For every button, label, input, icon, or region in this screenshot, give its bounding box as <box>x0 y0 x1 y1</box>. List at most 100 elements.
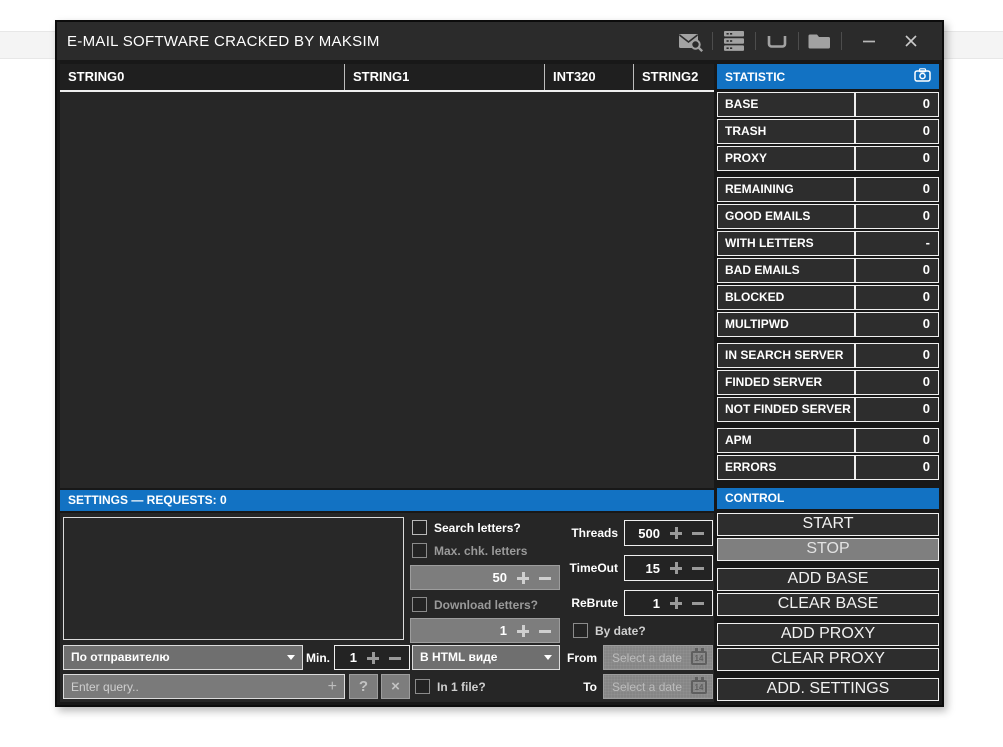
stat-value: 0 <box>856 178 938 201</box>
stat-value: 0 <box>856 371 938 394</box>
threads-increment-button[interactable] <box>670 527 682 539</box>
threads-decrement-button[interactable] <box>692 527 704 539</box>
search-mode-dropdown[interactable]: По отправителю <box>63 645 303 670</box>
add-base-button[interactable]: ADD BASE <box>717 568 939 591</box>
min-decrement-button[interactable] <box>389 652 401 664</box>
stat-label: REMAINING <box>718 178 856 201</box>
max-letters-increment-button[interactable] <box>517 572 529 584</box>
download-letters-checkbox[interactable] <box>412 597 427 612</box>
stat-value: 0 <box>856 120 938 143</box>
add-proxy-button[interactable]: ADD PROXY <box>717 623 939 646</box>
stat-label: APM <box>718 429 856 452</box>
separator <box>712 32 713 50</box>
close-button[interactable] <box>896 28 926 54</box>
clear-proxy-button[interactable]: CLEAR PROXY <box>717 648 939 671</box>
start-button[interactable]: START <box>717 513 939 536</box>
stat-row: BASE0 <box>717 92 939 117</box>
search-mode-value: По отправителю <box>71 650 170 664</box>
column-header-string1[interactable]: STRING1 <box>345 64 545 90</box>
in-1-file-label: In 1 file? <box>437 680 486 694</box>
download-count-decrement-button[interactable] <box>539 625 551 637</box>
stat-label: GOOD EMAILS <box>718 205 856 228</box>
search-letters-row: Search letters? <box>412 520 521 535</box>
min-increment-button[interactable] <box>367 652 379 664</box>
stat-row: NOT FINDED SERVER0 <box>717 397 939 422</box>
to-date-picker[interactable]: Select a date 14 <box>603 674 713 699</box>
rebrute-stepper: 1 <box>624 590 713 616</box>
chevron-down-icon <box>287 655 295 660</box>
stat-row: APM0 <box>717 428 939 453</box>
max-chk-letters-row: Max. chk. letters <box>412 543 527 558</box>
in-1-file-row: In 1 file? <box>415 679 486 694</box>
column-header-string0[interactable]: STRING0 <box>60 64 345 90</box>
stat-label: WITH LETTERS <box>718 232 856 255</box>
threads-value: 500 <box>638 526 660 541</box>
minimize-button[interactable] <box>854 28 884 54</box>
rebrute-value: 1 <box>653 596 660 611</box>
add-query-icon[interactable]: + <box>328 678 344 696</box>
timeout-stepper: 15 <box>624 555 713 581</box>
settings-panel: Search letters? Max. chk. letters 50 Dow… <box>60 513 714 702</box>
stat-value: 0 <box>856 398 938 421</box>
mail-search-icon[interactable] <box>676 28 706 54</box>
stat-label: FINDED SERVER <box>718 371 856 394</box>
download-count-value: 1 <box>500 623 507 638</box>
column-header-int320[interactable]: INT320 <box>545 64 634 90</box>
max-chk-letters-checkbox[interactable] <box>412 543 427 558</box>
stat-group-perf: APM0 ERRORS0 <box>717 428 939 480</box>
search-letters-checkbox[interactable] <box>412 520 427 535</box>
min-stepper: 1 <box>334 645 410 670</box>
threads-label: Threads <box>550 526 618 540</box>
timeout-increment-button[interactable] <box>670 562 682 574</box>
stat-group-servers: IN SEARCH SERVER0 FINDED SERVER0 NOT FIN… <box>717 343 939 422</box>
chevron-down-icon <box>544 655 552 660</box>
stop-button[interactable]: STOP <box>717 538 939 561</box>
query-input[interactable] <box>64 680 328 694</box>
in-1-file-checkbox[interactable] <box>415 679 430 694</box>
tray-icon[interactable] <box>762 28 792 54</box>
stat-row: ERRORS0 <box>717 455 939 480</box>
stat-value: 0 <box>856 429 938 452</box>
rebrute-increment-button[interactable] <box>670 597 682 609</box>
stat-value: 0 <box>856 93 938 116</box>
stat-row: GOOD EMAILS0 <box>717 204 939 229</box>
query-list[interactable] <box>63 517 404 640</box>
stat-group-base: BASE0 TRASH0 PROXY0 <box>717 92 939 171</box>
min-label: Min. <box>306 651 332 665</box>
add-settings-button[interactable]: ADD. SETTINGS <box>717 678 939 701</box>
stat-value: 0 <box>856 205 938 228</box>
stat-row: WITH LETTERS- <box>717 231 939 256</box>
by-date-checkbox[interactable] <box>573 623 588 638</box>
by-date-label: By date? <box>595 624 646 638</box>
query-clear-button[interactable]: × <box>381 674 410 699</box>
rebrute-decrement-button[interactable] <box>692 597 704 609</box>
download-letters-row: Download letters? <box>412 597 538 612</box>
statistic-title: STATISTIC <box>725 70 785 84</box>
results-table-body[interactable] <box>60 92 714 488</box>
download-count-increment-button[interactable] <box>517 625 529 637</box>
to-label: To <box>555 680 597 694</box>
save-format-dropdown[interactable]: В HTML виде <box>412 645 560 670</box>
stat-value: 0 <box>856 259 938 282</box>
folder-icon[interactable] <box>805 28 835 54</box>
download-letters-label: Download letters? <box>434 598 538 612</box>
window-content: STRING0 STRING1 INT320 STRING2 SETTINGS … <box>60 64 939 702</box>
title-bar: E-MAIL SOFTWARE CRACKED BY MAKSIM <box>57 22 942 60</box>
stat-value: 0 <box>856 313 938 336</box>
clear-base-button[interactable]: CLEAR BASE <box>717 593 939 616</box>
column-header-string2[interactable]: STRING2 <box>634 64 714 90</box>
calendar-icon: 14 <box>691 651 707 665</box>
server-list-icon[interactable] <box>719 28 749 54</box>
stat-value: 0 <box>856 456 938 479</box>
query-help-button[interactable]: ? <box>349 674 378 699</box>
separator <box>755 32 756 50</box>
stat-row: IN SEARCH SERVER0 <box>717 343 939 368</box>
from-label: From <box>555 651 597 665</box>
from-date-picker[interactable]: Select a date 14 <box>603 645 713 670</box>
stat-label: NOT FINDED SERVER <box>718 398 856 421</box>
max-chk-letters-label: Max. chk. letters <box>434 544 527 558</box>
separator <box>798 32 799 50</box>
camera-icon[interactable] <box>914 68 931 85</box>
timeout-decrement-button[interactable] <box>692 562 704 574</box>
stat-value: 0 <box>856 344 938 367</box>
